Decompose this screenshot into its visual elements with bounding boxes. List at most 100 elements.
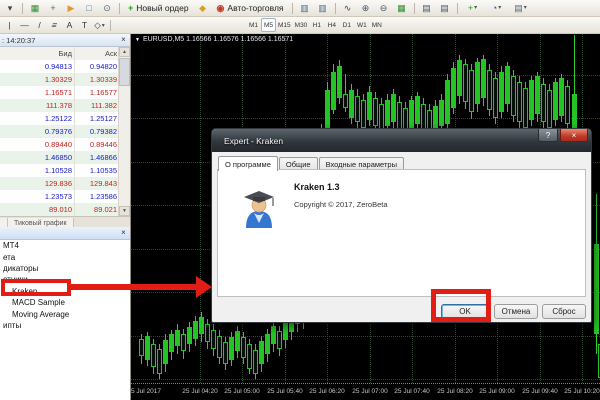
- ask-value: 111.382: [74, 99, 119, 112]
- navigator-item-indicators[interactable]: дикаторы: [0, 263, 130, 274]
- auto-trading-button[interactable]: ◉Авто-торговля: [212, 1, 289, 15]
- time-axis-label: 25 Jul 09:00: [479, 388, 514, 395]
- timeframe-h4[interactable]: H4: [324, 18, 339, 32]
- cursor-icon[interactable]: ▶: [63, 1, 79, 16]
- tab-about[interactable]: О программе: [218, 156, 278, 171]
- arrange-vertical-icon[interactable]: ▤: [437, 1, 453, 16]
- crosshair-icon[interactable]: +: [45, 1, 61, 16]
- market-watch-row[interactable]: 1.165711.16577: [0, 86, 119, 99]
- candle-body: [373, 98, 378, 126]
- candle-body: [457, 60, 462, 96]
- chart-header: ▼ EURUSD,M5 1.16566 1.16576 1.16566 1.16…: [135, 36, 293, 43]
- market-watch-scrollbar[interactable]: ▲ ▼: [118, 47, 130, 216]
- market-watch-row[interactable]: 1.105281.10535: [0, 164, 119, 177]
- add-indicator-icon[interactable]: +▾: [462, 1, 484, 16]
- text-icon[interactable]: A: [63, 19, 76, 32]
- candle-body: [151, 344, 156, 367]
- vertical-line-icon[interactable]: |: [3, 19, 16, 32]
- windows-icon[interactable]: □: [81, 1, 97, 16]
- scroll-up-icon[interactable]: ▲: [119, 47, 130, 57]
- market-watch-row[interactable]: 111.378111.382: [0, 99, 119, 112]
- timeframe-m30[interactable]: M30: [293, 18, 310, 32]
- navigator-item-macd-sample[interactable]: MACD Sample: [0, 297, 130, 308]
- market-watch-row[interactable]: 89.01089.021: [0, 203, 119, 216]
- close-button[interactable]: ×: [560, 129, 588, 142]
- shapes-icon[interactable]: ◇▾: [93, 19, 106, 32]
- candle-body: [175, 330, 180, 346]
- timeframe-m5[interactable]: M5: [261, 18, 276, 32]
- menu-caret-icon[interactable]: ▾: [2, 1, 18, 16]
- dialog-titlebar[interactable]: Expert - Kraken: [212, 129, 591, 152]
- expert-dialog: Expert - Kraken ? × О программеОбщиеВход…: [211, 128, 592, 323]
- reset-button[interactable]: Сброс: [542, 304, 586, 319]
- timeframe-h1[interactable]: H1: [309, 18, 324, 32]
- navigator-item-moving-average[interactable]: Moving Average: [0, 308, 130, 319]
- zoom-in-icon[interactable]: ⊕: [358, 1, 374, 16]
- scroll-down-icon[interactable]: ▼: [119, 206, 130, 216]
- candle-body: [481, 59, 486, 98]
- ask-value: 1.46866: [74, 151, 119, 164]
- market-watch-header: Бид Аск: [0, 47, 119, 61]
- scroll-thumb[interactable]: [119, 58, 130, 86]
- horizontal-line-icon[interactable]: —: [18, 19, 31, 32]
- ask-value: 129.843: [74, 177, 119, 190]
- market-watch-row[interactable]: 1.303291.30339: [0, 73, 119, 86]
- timeframe-mn[interactable]: MN: [369, 18, 384, 32]
- market-watch-row[interactable]: 129.836129.843: [0, 177, 119, 190]
- tile-windows-icon[interactable]: ▦: [394, 1, 410, 16]
- timeframe-m1[interactable]: M1: [246, 18, 261, 32]
- candle-body: [217, 336, 222, 358]
- candle-body: [361, 100, 366, 128]
- market-watch-row[interactable]: 1.251221.25127: [0, 112, 119, 125]
- navigator-item-scripts[interactable]: ипты: [0, 320, 130, 331]
- dropdown-caret-icon: ▾: [474, 5, 477, 11]
- bid-value: 0.89440: [0, 138, 74, 151]
- graduate-person-icon: [240, 184, 278, 228]
- new-order-button[interactable]: +Новый ордер: [123, 1, 194, 15]
- trendline-icon[interactable]: /: [33, 19, 46, 32]
- candle-body: [535, 76, 540, 114]
- column-bid[interactable]: Бид: [0, 47, 74, 60]
- market-watch-row[interactable]: 0.894400.89446: [0, 138, 119, 151]
- candle-body: [355, 96, 360, 122]
- market-watch-row[interactable]: 1.468501.46866: [0, 151, 119, 164]
- column-ask[interactable]: Аск: [74, 47, 119, 60]
- templates-icon[interactable]: ▤▾: [510, 1, 532, 16]
- toolbar-row2: |—/≡AT◇▾ M1M5M15M30H1H4D1W1MN: [0, 17, 600, 34]
- candle-body: [331, 72, 336, 110]
- close-icon[interactable]: ×: [119, 36, 128, 45]
- periods-icon[interactable]: ◔▾: [486, 1, 508, 16]
- toolbar-separator: [119, 3, 120, 14]
- navigator-item-accounts[interactable]: ета: [0, 251, 130, 262]
- magnifier-icon[interactable]: ⊙: [99, 1, 115, 16]
- candle-body: [397, 102, 402, 130]
- timeframe-d1[interactable]: D1: [339, 18, 354, 32]
- channel-icon[interactable]: ≡: [48, 19, 61, 32]
- new-chart-icon[interactable]: ▦: [27, 1, 43, 16]
- market-watch-row[interactable]: 0.793760.79382: [0, 125, 119, 138]
- help-button[interactable]: ?: [538, 129, 558, 142]
- bid-value: 1.25122: [0, 112, 74, 125]
- navigator-item-mt4[interactable]: МТ4: [0, 240, 130, 251]
- candle-body: [259, 341, 264, 364]
- toolbar-separator: [292, 3, 293, 14]
- timeframe-w1[interactable]: W1: [354, 18, 369, 32]
- arrange-horizontal-icon[interactable]: ▤: [419, 1, 435, 16]
- zoom-out-icon[interactable]: ⊖: [376, 1, 392, 16]
- dropdown-caret-icon: ▾: [524, 5, 527, 11]
- timeframe-m15[interactable]: M15: [276, 18, 293, 32]
- market-watch-row[interactable]: 0.948130.94820: [0, 60, 119, 73]
- profile-1-icon[interactable]: ▥: [297, 1, 313, 16]
- cancel-button[interactable]: Отмена: [494, 304, 538, 319]
- dropdown-caret-icon: ▾: [498, 5, 501, 11]
- candle-body: [594, 244, 599, 334]
- candle-body: [283, 322, 288, 340]
- market-watch-row[interactable]: 1.235731.23586: [0, 190, 119, 203]
- close-icon[interactable]: ×: [119, 229, 128, 238]
- gold-icon[interactable]: ◆: [195, 1, 211, 16]
- profile-2-icon[interactable]: ▥: [315, 1, 331, 16]
- line-chart-icon[interactable]: ∿: [340, 1, 356, 16]
- time-axis-label: 25 Jul 08:20: [437, 388, 472, 395]
- candle-body: [409, 100, 414, 128]
- text-label-icon[interactable]: T: [78, 19, 91, 32]
